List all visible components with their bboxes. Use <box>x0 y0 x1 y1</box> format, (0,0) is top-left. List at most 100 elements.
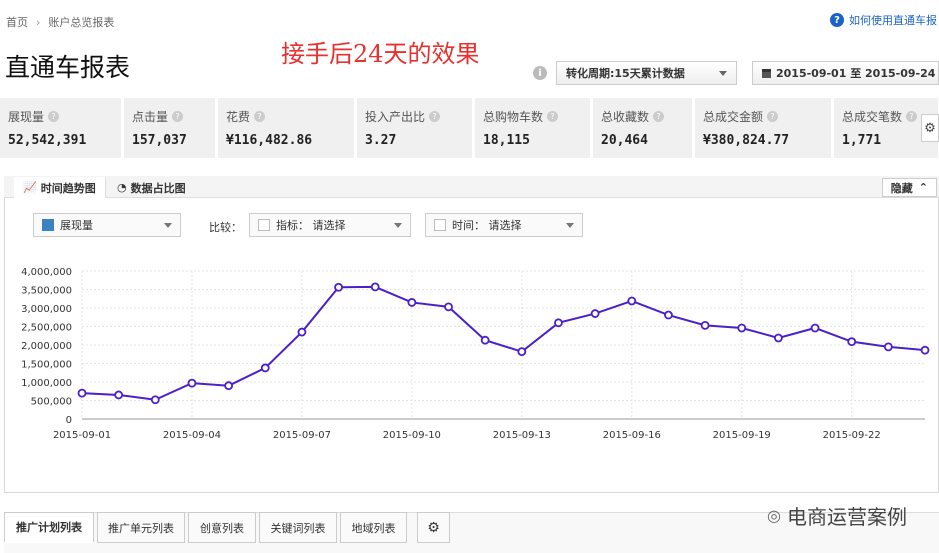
overlay-annotation: 接手后24天的效果 <box>281 40 480 68</box>
data-point <box>737 323 747 333</box>
metric-favorites[interactable]: 总收藏数? 20,464 <box>593 98 692 158</box>
metric-roi[interactable]: 投入产出比? 3.27 <box>357 98 472 158</box>
page-title: 直通车报表 <box>5 53 131 82</box>
tab-campaign-list[interactable]: 推广计划列表 <box>4 512 94 543</box>
conversion-period-select[interactable]: 转化周期:15天累计数据 <box>556 61 737 85</box>
data-point <box>187 378 197 388</box>
y-tick-label: 500,000 <box>31 397 72 408</box>
help-link-text[interactable]: 如何使用直通车报 <box>849 12 937 28</box>
chevron-down-icon <box>164 223 172 228</box>
help-icon[interactable]: ? <box>906 111 918 122</box>
data-point <box>517 347 527 357</box>
chevron-down-icon <box>719 71 727 76</box>
x-tick-label: 2015-09-22 <box>823 430 881 441</box>
help-icon[interactable]: ? <box>172 111 184 122</box>
x-tick-label: 2015-09-01 <box>53 430 111 441</box>
data-point <box>664 310 673 320</box>
data-point <box>700 320 710 330</box>
data-point <box>554 318 563 328</box>
tab-keyword-list[interactable]: 关键词列表 <box>259 512 337 543</box>
metric-value: 3.27 <box>365 133 397 148</box>
help-icon[interactable]: ? <box>48 111 60 122</box>
info-icon[interactable]: i <box>533 66 547 80</box>
y-tick-label: 1,500,000 <box>21 360 72 371</box>
metric-select-value: 展现量 <box>60 219 93 232</box>
indicator-select-value: 指标： 请选择 <box>276 219 346 232</box>
x-tick-label: 2015-09-19 <box>713 430 771 441</box>
metric-gmv[interactable]: 总成交金额? ¥380,824.77 <box>695 98 831 158</box>
x-tick-label: 2015-09-07 <box>273 430 331 441</box>
data-point <box>883 342 893 352</box>
data-point <box>297 327 307 337</box>
hide-label: 隐藏 <box>890 181 913 195</box>
tab-creative-list[interactable]: 创意列表 <box>188 512 256 543</box>
help-icon[interactable]: ? <box>429 111 441 122</box>
pie-chart-icon: ◔ <box>117 181 127 194</box>
metric-cost[interactable]: 花费? ¥116,482.86 <box>218 98 354 158</box>
x-tick-label: 2015-09-13 <box>493 430 551 441</box>
compare-indicator-select[interactable]: 指标： 请选择 <box>249 213 411 237</box>
metric-label: 展现量 <box>8 110 45 124</box>
x-tick-label: 2015-09-16 <box>603 430 661 441</box>
help-icon[interactable]: ? <box>653 111 665 122</box>
breadcrumb-home[interactable]: 首页 <box>6 16 28 29</box>
metric-label: 总成交金额 <box>703 110 764 124</box>
data-point <box>480 335 490 345</box>
metrics-bar: 展现量? 52,542,391 点击量? 157,037 花费? ¥116,48… <box>0 98 939 158</box>
metric-cart[interactable]: 总购物车数? 18,115 <box>475 98 590 158</box>
metric-label: 投入产出比 <box>365 110 426 124</box>
tab-label: 数据占比图 <box>130 181 186 195</box>
breadcrumb-current: 账户总览报表 <box>48 16 115 29</box>
gear-icon[interactable]: ⚙ <box>417 512 450 543</box>
y-tick-label: 4,000,000 <box>21 267 72 278</box>
breadcrumb: 首页 › 账户总览报表 <box>6 14 114 30</box>
data-point <box>920 345 930 355</box>
data-point <box>224 381 234 391</box>
y-tick-label: 3,500,000 <box>21 286 72 297</box>
help-icon[interactable]: ? <box>254 111 266 122</box>
help-icon[interactable]: ? <box>547 111 559 122</box>
metric-value: ¥116,482.86 <box>226 133 313 148</box>
checkbox[interactable] <box>434 219 446 231</box>
tab-data-ratio[interactable]: ◔ 数据占比图 <box>108 177 195 198</box>
series-color-swatch <box>42 219 54 231</box>
data-point <box>370 282 380 292</box>
tab-adgroup-list[interactable]: 推广单元列表 <box>97 512 185 543</box>
metric-select[interactable]: 展现量 <box>33 213 181 237</box>
hide-chart-button[interactable]: 隐藏 ⌃ <box>881 178 937 197</box>
time-select-value: 时间： 请选择 <box>452 219 522 232</box>
data-point <box>627 296 637 306</box>
checkbox[interactable] <box>258 219 270 231</box>
metric-label: 花费 <box>226 110 251 124</box>
chevron-down-icon <box>566 223 574 228</box>
question-icon: ? <box>830 13 844 27</box>
tab-region-list[interactable]: 地域列表 <box>340 512 407 543</box>
metrics-settings-icon[interactable]: ⚙ <box>921 114 939 142</box>
trend-chart: 4,000,000 3,500,000 3,000,000 2,500,000 2,00… <box>21 267 930 441</box>
data-point <box>334 282 343 292</box>
help-icon[interactable]: ? <box>767 111 779 122</box>
tab-time-trend[interactable]: 📈 时间趋势图 <box>14 177 106 198</box>
y-tick-label: 2,000,000 <box>21 341 72 352</box>
metric-clicks[interactable]: 点击量? 157,037 <box>124 98 215 158</box>
data-point <box>77 388 87 398</box>
compare-time-select[interactable]: 时间： 请选择 <box>425 213 583 237</box>
data-point <box>590 309 600 318</box>
line-chart-icon: 📈 <box>23 181 37 194</box>
metric-impressions[interactable]: 展现量? 52,542,391 <box>0 98 121 158</box>
wechat-icon: ◎ <box>767 506 781 525</box>
watermark-text: 电商运营案例 <box>787 505 907 529</box>
y-tick-label: 0 <box>66 415 72 426</box>
help-link[interactable]: ? 如何使用直通车报 <box>830 12 937 28</box>
date-range-value: 2015-09-01 至 2015-09-24 <box>776 67 936 80</box>
metric-value: ¥380,824.77 <box>703 133 790 148</box>
tab-label: 时间趋势图 <box>40 181 96 195</box>
calendar-icon <box>762 68 771 78</box>
metric-label: 点击量 <box>132 110 169 124</box>
metric-label: 总收藏数 <box>601 110 650 124</box>
metric-value: 18,115 <box>483 133 530 148</box>
metric-value: 157,037 <box>132 133 187 148</box>
y-tick-label: 2,500,000 <box>21 323 72 334</box>
chevron-up-icon: ⌃ <box>918 181 928 194</box>
date-range-picker[interactable]: 2015-09-01 至 2015-09-24 <box>752 61 939 85</box>
